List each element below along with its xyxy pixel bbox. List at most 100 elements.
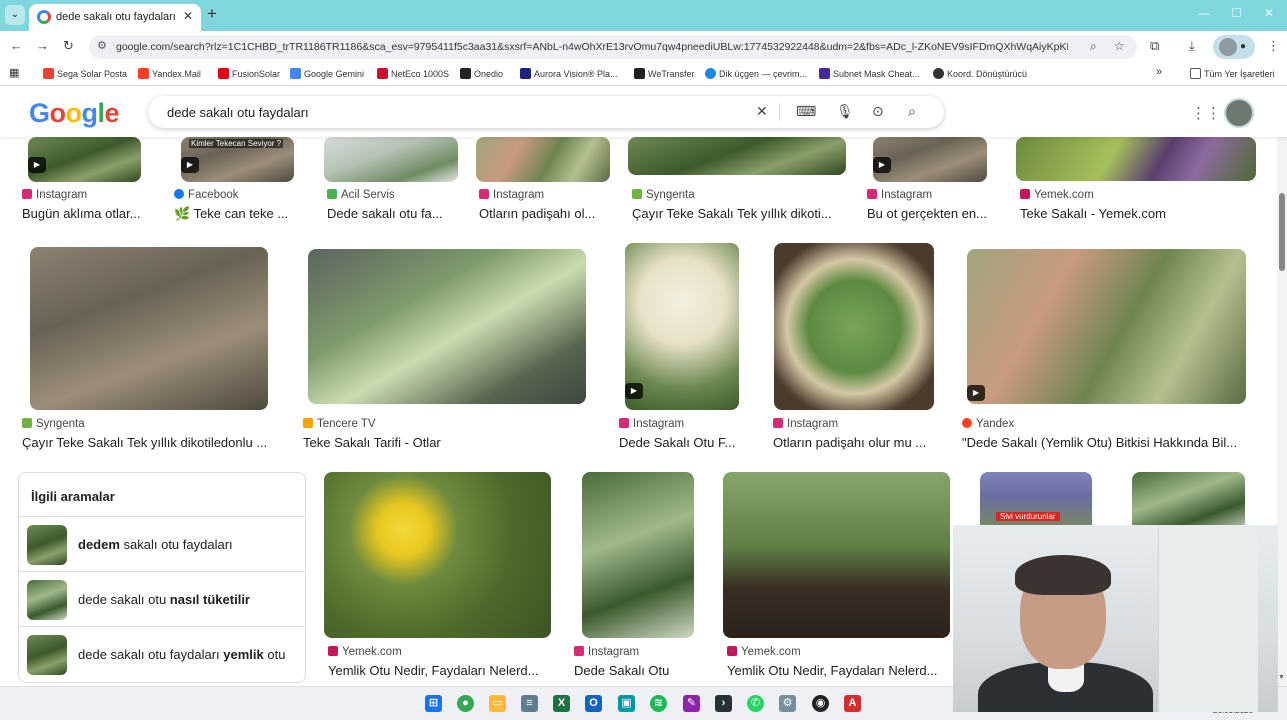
chrome-icon[interactable]: ● <box>457 695 474 712</box>
search-input[interactable]: dede sakalı otu faydaları <box>167 105 309 120</box>
new-tab-icon[interactable]: + <box>207 4 217 24</box>
close-window-icon[interactable]: ✕ <box>1264 6 1274 20</box>
result-caption[interactable]: Teke Sakalı Tarifi - Otlar <box>303 435 593 450</box>
bookmark-item[interactable]: Dik üçgen — çevrim... <box>705 68 807 79</box>
result-caption[interactable]: Dede Sakalı Otu F... <box>619 435 747 450</box>
keyboard-icon[interactable]: ⌨ <box>796 103 816 120</box>
google-logo[interactable]: Google <box>29 98 120 129</box>
spotify-icon[interactable]: ≋ <box>650 695 667 712</box>
result-caption[interactable]: Bu ot gerçekten en... <box>867 206 997 221</box>
result-source[interactable]: Yemek.com <box>1020 189 1094 201</box>
download-icon[interactable]: ⤓ <box>1189 38 1195 54</box>
zoom-icon[interactable]: ⌕ <box>1090 39 1097 54</box>
notepad-icon[interactable]: ≡ <box>521 695 538 712</box>
result-source[interactable]: Instagram <box>479 189 544 201</box>
result-image[interactable]: ▶ <box>625 243 739 410</box>
bookmark-item[interactable]: Yandex.Mail <box>138 68 201 79</box>
search-icon[interactable]: ⌕ <box>908 103 916 120</box>
scrollbar-thumb[interactable] <box>1279 193 1285 271</box>
result-source[interactable]: Instagram <box>867 189 932 201</box>
result-source[interactable]: Tencere TV <box>303 418 376 430</box>
reload-icon[interactable]: ↻ <box>63 38 74 54</box>
outlook-icon[interactable]: O <box>585 695 602 712</box>
browser-tab[interactable]: dede sakalı otu faydaları - Goog ✕ <box>29 4 201 31</box>
bookmark-item[interactable]: WeTransfer <box>634 68 695 79</box>
browser-menu-icon[interactable]: ⋮ <box>1267 38 1280 54</box>
back-icon[interactable]: ← <box>10 38 23 53</box>
bookmark-item[interactable]: NetEco 1000S <box>377 68 449 79</box>
bookmark-item[interactable]: Subnet Mask Cheat... <box>819 68 920 79</box>
result-source[interactable]: Facebook <box>174 189 239 201</box>
result-source[interactable]: Instagram <box>574 646 639 658</box>
app-icon[interactable]: ▣ <box>618 695 635 712</box>
forward-icon[interactable]: → <box>36 38 49 53</box>
result-image[interactable]: ▶ <box>967 249 1246 404</box>
result-caption[interactable]: Çayır Teke Sakalı Tek yıllık dikotiledon… <box>22 435 284 450</box>
page-scrollbar[interactable]: ▲ ▼ <box>1277 87 1287 686</box>
maximize-icon[interactable]: ☐ <box>1231 6 1242 20</box>
result-caption[interactable]: "Dede Sakalı (Yemlik Otu) Bitkisi Hakkın… <box>962 435 1252 450</box>
result-caption[interactable]: Bugün aklıma otlar... <box>22 206 152 221</box>
related-search-item[interactable]: dedem sakalı otu faydaları <box>19 516 305 571</box>
result-caption[interactable]: Dede Sakalı Otu <box>574 663 704 678</box>
result-image[interactable] <box>476 137 610 182</box>
file-explorer-icon[interactable]: ▭ <box>489 695 506 712</box>
result-image[interactable]: Kimler Tekecan Seviyor ? ▶ <box>181 137 294 182</box>
bookmark-item[interactable]: Sega Solar Posta <box>43 68 127 79</box>
related-search-item[interactable]: dede sakalı otu faydaları yemlik otu <box>19 626 305 681</box>
url-text[interactable]: google.com/search?rlz=1C1CHBD_trTR1186TR… <box>116 41 1068 53</box>
result-caption[interactable]: Otların padişahı olur mu ... <box>773 435 938 450</box>
whatsapp-icon[interactable]: ✆ <box>747 695 764 712</box>
result-source[interactable]: Instagram <box>619 418 684 430</box>
tab-search-dropdown[interactable]: ⌄ <box>5 5 25 25</box>
site-info-icon[interactable]: ⚙ <box>97 39 107 52</box>
all-bookmarks[interactable]: Tüm Yer İşaretleri <box>1190 68 1275 79</box>
related-search-item[interactable]: dede sakalı otu nasıl tüketilir <box>19 571 305 626</box>
result-caption[interactable]: Teke Sakalı - Yemek.com <box>1020 206 1256 221</box>
scroll-down-icon[interactable]: ▼ <box>1278 674 1285 681</box>
acrobat-icon[interactable]: A <box>844 695 861 712</box>
clear-search-icon[interactable]: ✕ <box>756 103 768 120</box>
microphone-icon[interactable]: 🎙 <box>836 103 854 120</box>
result-image[interactable] <box>324 137 458 182</box>
minimize-icon[interactable]: — <box>1198 6 1210 20</box>
result-image[interactable]: Sivi vurdurunlar <box>980 472 1092 532</box>
result-source[interactable]: Yemek.com <box>328 646 402 658</box>
result-image[interactable] <box>324 472 551 638</box>
result-source[interactable]: Syngenta <box>632 189 695 201</box>
search-box[interactable]: dede sakalı otu faydaları ✕ ⌨ 🎙 ⊙ ⌕ <box>148 96 944 128</box>
bookmark-item[interactable]: Aurora Vision® Pla... <box>520 68 618 79</box>
result-image[interactable]: ▶ <box>28 137 141 182</box>
bookmark-item[interactable]: Koord. Dönüştürücü <box>933 68 1027 79</box>
bookmark-star-icon[interactable]: ☆ <box>1114 39 1125 53</box>
result-caption[interactable]: Yemlik Otu Nedir, Faydaları Nelerd... <box>727 663 949 678</box>
result-image[interactable] <box>1016 137 1256 181</box>
excel-icon[interactable]: X <box>553 695 570 712</box>
result-image[interactable] <box>1132 472 1245 532</box>
result-caption[interactable]: Otların padişahı ol... <box>479 206 609 221</box>
bookmark-item[interactable]: Onedio <box>460 68 503 79</box>
more-bookmarks-icon[interactable]: » <box>1156 66 1162 78</box>
result-caption[interactable]: Çayır Teke Sakalı Tek yıllık dikoti... <box>632 206 848 221</box>
settings-icon[interactable]: ⚙ <box>779 695 796 712</box>
result-image[interactable] <box>723 472 950 638</box>
profile-button[interactable]: ● <box>1213 35 1255 59</box>
result-image[interactable] <box>308 249 586 404</box>
windows-start-icon[interactable]: ⊞ <box>425 695 442 712</box>
close-tab-icon[interactable]: ✕ <box>183 9 193 23</box>
result-image[interactable] <box>628 137 846 175</box>
design-app-icon[interactable]: ✎ <box>683 695 700 712</box>
apps-grid-icon[interactable]: ▦ <box>9 66 19 79</box>
result-image[interactable] <box>30 247 268 410</box>
result-caption[interactable]: Dede sakalı otu fa... <box>327 206 457 221</box>
account-avatar[interactable] <box>1224 98 1254 128</box>
result-source[interactable]: Yemek.com <box>727 646 801 658</box>
address-bar[interactable]: ⚙ google.com/search?rlz=1C1CHBD_trTR1186… <box>89 35 1137 59</box>
bookmark-item[interactable]: FusionSolar <box>218 68 280 79</box>
recorder-icon[interactable]: ◉ <box>812 695 829 712</box>
bookmark-item[interactable]: Google Gemini <box>290 68 364 79</box>
result-source[interactable]: Syngenta <box>22 418 85 430</box>
result-image[interactable] <box>774 243 934 410</box>
result-caption[interactable]: 🌿 Teke can teke ... <box>174 206 302 222</box>
result-source[interactable]: Yandex <box>962 418 1014 430</box>
